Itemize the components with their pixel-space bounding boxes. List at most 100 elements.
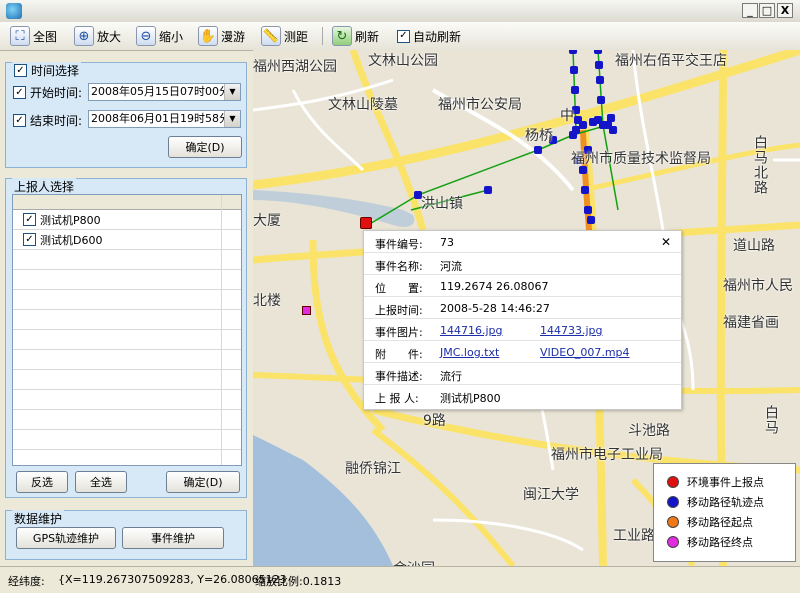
zoom-in-button[interactable]: ⊕ 放大 — [74, 25, 121, 47]
popup-value: 119.2674 26.08067 — [440, 280, 549, 293]
list-empty-row — [13, 330, 241, 350]
track-point[interactable] — [570, 66, 578, 74]
time-ok-button[interactable]: 确定(D) — [168, 136, 242, 158]
popup-value: 河流 — [440, 260, 462, 273]
track-end-point[interactable] — [302, 306, 311, 315]
start-time-select[interactable]: 2008年05月15日07时00分 ▼ — [88, 83, 241, 101]
end-time-label: 结束时间: — [30, 114, 83, 128]
map-label: 9路 — [423, 413, 446, 429]
popup-row: 事件名称: 河流 — [364, 253, 681, 275]
close-button[interactable]: X — [777, 3, 793, 18]
reporter-selection-title: 上报人选择 — [12, 178, 77, 195]
map-label: 斗池路 — [628, 423, 670, 439]
track-point[interactable] — [571, 86, 579, 94]
list-item[interactable]: ✓ 测试机P800 — [13, 210, 241, 230]
full-extent-icon: ⛶ — [10, 26, 30, 46]
image-link[interactable]: 144733.jpg — [540, 324, 603, 337]
track-point-dot-icon — [667, 496, 679, 508]
map-label: 道山路 — [733, 238, 775, 254]
track-point[interactable] — [584, 206, 592, 214]
popup-row: 上报时间: 2008-5-28 14:46:27 — [364, 297, 681, 319]
maximize-button[interactable]: □ — [759, 3, 775, 18]
refresh-icon: ↻ — [332, 26, 352, 46]
zoom-out-button[interactable]: ⊖ 缩小 — [136, 25, 183, 47]
measure-label: 测距 — [284, 29, 309, 44]
track-point[interactable] — [594, 50, 602, 54]
scale-value: 缩放比例:0.1813 — [255, 575, 342, 588]
track-point[interactable] — [587, 216, 595, 224]
minimize-button[interactable]: _ — [742, 3, 758, 18]
track-point[interactable] — [484, 186, 492, 194]
legend-label: 移动路径轨迹点 — [687, 496, 764, 509]
track-point[interactable] — [534, 146, 542, 154]
select-all-button[interactable]: 全选 — [75, 471, 127, 493]
popup-key: 上报时间: — [375, 304, 423, 317]
event-report-point[interactable] — [360, 217, 372, 229]
map-label: 白马 — [763, 405, 779, 435]
map-label: 洪山镇 — [421, 196, 463, 212]
coord-label: 经纬度: — [8, 575, 45, 588]
popup-key: 上 报 人: — [375, 392, 419, 405]
track-point[interactable] — [596, 76, 604, 84]
map-label: 融侨锦江 — [345, 461, 401, 477]
popup-key: 附 件: — [375, 348, 423, 361]
track-point[interactable] — [597, 96, 605, 104]
start-time-checkbox[interactable]: ✓ — [13, 86, 26, 99]
auto-refresh-checkbox[interactable]: ✓ 自动刷新 — [397, 25, 461, 47]
legend-item: 环境事件上报点 — [667, 474, 764, 490]
title-bar: _ □ X — [0, 0, 800, 23]
app-icon — [6, 3, 22, 19]
measure-button[interactable]: 📏 测距 — [261, 25, 308, 47]
track-point[interactable] — [581, 186, 589, 194]
list-item[interactable]: ✓ 测试机D600 — [13, 230, 241, 250]
chevron-down-icon[interactable]: ▼ — [224, 84, 240, 100]
full-extent-button[interactable]: ⛶ 全图 — [10, 25, 57, 47]
gps-track-maintenance-button[interactable]: GPS轨迹维护 — [16, 527, 116, 549]
auto-refresh-check[interactable]: ✓ — [397, 29, 410, 43]
popup-key: 事件描述: — [375, 370, 423, 383]
legend-item: 移动路径终点 — [667, 534, 753, 550]
reporter-checkbox[interactable]: ✓ — [23, 213, 36, 226]
map-label: 白马北路 — [752, 135, 768, 195]
map-label: 福州西湖公园 — [253, 59, 337, 75]
legend-label: 移动路径起点 — [687, 516, 753, 529]
data-maintenance-panel: 数据维护 GPS轨迹维护 事件维护 — [5, 510, 247, 560]
invert-selection-button[interactable]: 反选 — [16, 471, 68, 493]
pan-button[interactable]: ✋ 漫游 — [198, 25, 245, 47]
auto-refresh-label: 自动刷新 — [413, 29, 462, 44]
end-time-value: 2008年06月01日19时58分 — [91, 112, 230, 125]
start-time-label: 开始时间: — [30, 86, 83, 100]
time-selection-header[interactable]: ✓ 时间选择 — [12, 62, 82, 79]
popup-key: 事件名称: — [375, 260, 423, 273]
chevron-down-icon[interactable]: ▼ — [224, 111, 240, 127]
track-point[interactable] — [579, 121, 587, 129]
popup-value: 73 — [440, 236, 454, 249]
map-label: 金沙园 — [393, 558, 435, 566]
popup-row: 附 件: JMC.log.txt VIDEO_007.mp4 — [364, 341, 681, 363]
image-link[interactable]: 144716.jpg — [440, 324, 503, 337]
attachment-link[interactable]: VIDEO_007.mp4 — [540, 346, 630, 359]
list-empty-row — [13, 270, 241, 290]
refresh-button[interactable]: ↻ 刷新 — [332, 25, 379, 47]
track-point[interactable] — [609, 126, 617, 134]
end-time-checkbox[interactable]: ✓ — [13, 114, 26, 127]
reporter-checkbox[interactable]: ✓ — [23, 233, 36, 246]
track-point[interactable] — [569, 50, 577, 54]
list-empty-row — [13, 310, 241, 330]
track-point[interactable] — [607, 114, 615, 122]
reporter-list[interactable]: ✓ 测试机P800 ✓ 测试机D600 — [12, 194, 242, 466]
attachment-link[interactable]: JMC.log.txt — [440, 346, 499, 359]
time-selection-checkbox[interactable]: ✓ — [14, 64, 27, 77]
track-point[interactable] — [595, 61, 603, 69]
reporter-ok-button[interactable]: 确定(D) — [166, 471, 240, 493]
list-empty-row — [13, 250, 241, 270]
data-maintenance-title: 数据维护 — [12, 510, 65, 527]
popup-row: 事件图片: 144716.jpg 144733.jpg — [364, 319, 681, 341]
end-time-select[interactable]: 2008年06月01日19时58分 ▼ — [88, 110, 241, 128]
event-info-popup: ✕ 事件编号: 73 事件名称: 河流 位 置: 119.2674 26.080… — [363, 230, 682, 410]
map-label: 福建省画 — [723, 315, 779, 331]
popup-value: 流行 — [440, 370, 462, 383]
list-empty-row — [13, 410, 241, 430]
event-maintenance-button[interactable]: 事件维护 — [122, 527, 224, 549]
popup-row: 位 置: 119.2674 26.08067 — [364, 275, 681, 297]
